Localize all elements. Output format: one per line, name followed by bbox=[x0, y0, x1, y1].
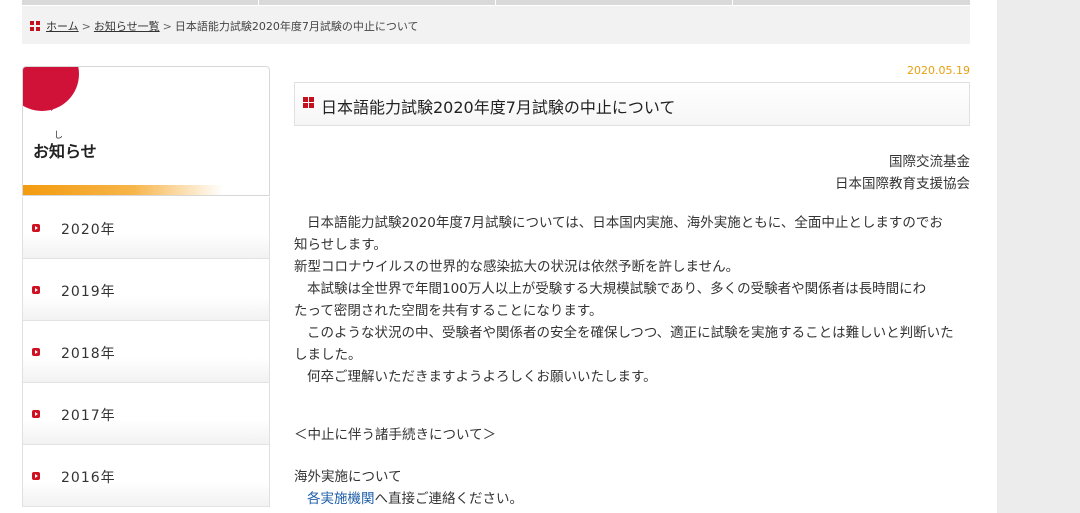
orange-accent-bar bbox=[23, 185, 223, 195]
breadcrumb-separator: > bbox=[81, 20, 91, 33]
text-line: 新型コロナウイルスの世界的な感染拡大の状況は依然予断を許しません。 bbox=[294, 259, 740, 275]
sidebar-item-label: 2019年 bbox=[61, 284, 116, 300]
issuer-org-2: 日本国際教育支援協会 bbox=[835, 176, 970, 192]
sidebar-item-label: 2016年 bbox=[61, 470, 116, 486]
breadcrumb-current: 日本語能力試験2020年度7月試験の中止について bbox=[174, 20, 419, 33]
top-nav-tab[interactable] bbox=[733, 0, 969, 5]
breadcrumb: ホーム > お知らせ一覧 > 日本語能力試験2020年度7月試験の中止について bbox=[22, 6, 970, 44]
sidebar-header: し お知らせ bbox=[22, 66, 270, 196]
breadcrumb-news-list-link[interactable]: お知らせ一覧 bbox=[94, 20, 160, 33]
issuer-org-1: 国際交流基金 bbox=[889, 154, 970, 170]
sidebar-item-2019[interactable]: 2019年 bbox=[22, 259, 270, 321]
text-line: このような状況の中、受験者や関係者の安全を確保しつつ、適正に試験を実施することは… bbox=[307, 325, 954, 341]
overseas-contact-line: 各実施機関へ直接ご連絡ください。 bbox=[294, 488, 987, 510]
sidebar-item-label: 2018年 bbox=[61, 346, 116, 362]
arrow-bullet-icon bbox=[32, 348, 40, 356]
sidebar-item-label: 2017年 bbox=[61, 408, 116, 424]
text-line: 日本語能力試験2020年度7月試験については、日本国内実施、海外実施ともに、全面… bbox=[307, 215, 943, 231]
article-title: 日本語能力試験2020年度7月試験の中止について bbox=[321, 98, 676, 117]
text-line: 知らせします。 bbox=[294, 237, 387, 253]
right-margin bbox=[997, 0, 1080, 513]
top-nav-tab[interactable] bbox=[496, 0, 733, 5]
overseas-label: 海外実施について bbox=[294, 469, 402, 485]
text-line: しました。 bbox=[294, 347, 362, 363]
article-date: 2020.05.19 bbox=[907, 64, 970, 77]
arrow-bullet-icon bbox=[32, 410, 40, 418]
grid-mark-icon bbox=[303, 97, 314, 108]
arrow-bullet-icon bbox=[32, 224, 40, 232]
breadcrumb-home-link[interactable]: ホーム bbox=[46, 20, 79, 33]
arrow-bullet-icon bbox=[32, 472, 40, 480]
top-nav-strip bbox=[22, 0, 970, 5]
section-heading: ＜中止に伴う諸手続きについて＞ bbox=[294, 427, 497, 443]
breadcrumb-separator: > bbox=[162, 20, 172, 33]
overseas-contact-text: へ直接ご連絡ください。 bbox=[374, 491, 524, 507]
top-nav-tab[interactable] bbox=[22, 0, 259, 5]
article-title-box: 日本語能力試験2020年度7月試験の中止について bbox=[294, 82, 970, 126]
text-line: たって密閉された空間を共有することになります。 bbox=[294, 303, 603, 319]
article-paragraph: 日本語能力試験2020年度7月試験については、日本国内実施、海外実施ともに、全面… bbox=[294, 212, 974, 388]
top-nav-tab[interactable] bbox=[259, 0, 496, 5]
sidebar-item-2020[interactable]: 2020年 bbox=[22, 197, 270, 259]
implementing-agencies-link[interactable]: 各実施機関 bbox=[307, 491, 375, 507]
sidebar-title: お知らせ bbox=[33, 142, 97, 161]
sidebar-item-label: 2020年 bbox=[61, 222, 116, 238]
text-line: 何卒ご理解いただきますようよろしくお願いいたします。 bbox=[307, 369, 657, 385]
sidebar-item-2016[interactable]: 2016年 bbox=[22, 445, 270, 507]
sidebar: し お知らせ 2020年 2019年 2018年 2017年 2016年 bbox=[22, 66, 270, 513]
text-line: 本試験は全世界で年間100万人以上が受験する大規模試験であり、多くの受験者や関係… bbox=[307, 281, 927, 297]
sidebar-item-2018[interactable]: 2018年 bbox=[22, 321, 270, 383]
grid-mark-icon bbox=[30, 21, 40, 31]
sidebar-item-2017[interactable]: 2017年 bbox=[22, 383, 270, 445]
arrow-bullet-icon bbox=[32, 286, 40, 294]
